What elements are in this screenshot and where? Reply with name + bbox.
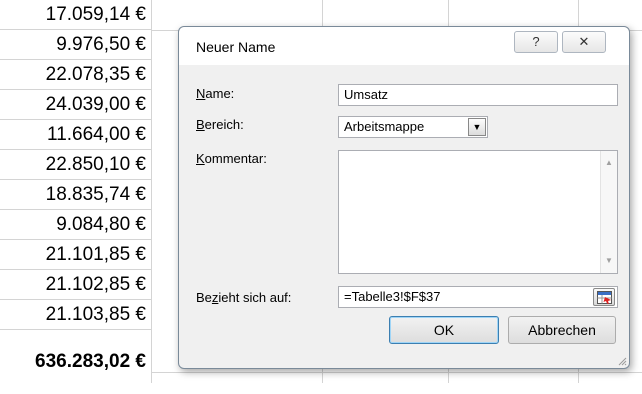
ok-button[interactable]: OK xyxy=(389,316,499,344)
cell-value[interactable]: 9.084,80 € xyxy=(0,210,152,240)
cell-value[interactable]: 24.039,00 € xyxy=(0,90,152,120)
help-icon: ? xyxy=(532,34,540,49)
scope-select[interactable]: Arbeitsmappe ▼ xyxy=(338,116,488,138)
refers-to-input[interactable]: =Tabelle3!$F$37 xyxy=(338,286,618,308)
cell-value[interactable]: 22.850,10 € xyxy=(0,150,152,180)
range-select-button[interactable] xyxy=(593,288,615,306)
comment-textarea[interactable]: ▲ ▼ xyxy=(338,150,618,274)
cell-value[interactable]: 11.664,00 € xyxy=(0,120,152,150)
name-input[interactable]: Umsatz xyxy=(338,84,618,106)
grid-line xyxy=(152,372,642,373)
cell-value[interactable]: 21.103,85 € xyxy=(0,300,152,330)
refers-to-label: Bezieht sich auf: xyxy=(196,290,292,305)
cell-value[interactable]: 9.976,50 € xyxy=(0,30,152,60)
cell-value[interactable]: 22.078,35 € xyxy=(0,60,152,90)
resize-grip-icon[interactable] xyxy=(617,356,627,366)
name-label: Name: xyxy=(196,86,235,101)
cell-value[interactable]: 18.835,74 € xyxy=(0,180,152,210)
cell-value[interactable]: 21.101,85 € xyxy=(0,240,152,270)
chevron-down-icon[interactable]: ▼ xyxy=(468,118,486,136)
cell-total[interactable]: 636.283,02 € xyxy=(0,330,152,383)
new-name-dialog: Neuer Name ? ✕ Name: Umsatz Bereich: Arb… xyxy=(178,26,630,369)
scroll-up-icon[interactable]: ▲ xyxy=(601,155,617,171)
close-button[interactable]: ✕ xyxy=(562,31,606,53)
column-values: 17.059,14 € 9.976,50 € 22.078,35 € 24.03… xyxy=(0,0,152,383)
cancel-button[interactable]: Abbrechen xyxy=(508,316,616,344)
cell-value[interactable]: 21.102,85 € xyxy=(0,270,152,300)
comment-label: Kommentar: xyxy=(196,151,267,166)
dialog-titlebar[interactable]: Neuer Name ? ✕ xyxy=(179,27,629,65)
scope-label: Bereich: xyxy=(196,117,244,132)
range-select-icon xyxy=(597,291,612,304)
dialog-body: Name: Umsatz Bereich: Arbeitsmappe ▼ Kom… xyxy=(186,66,622,362)
close-icon: ✕ xyxy=(578,34,590,49)
refers-to-value: =Tabelle3!$F$37 xyxy=(344,289,441,304)
scope-select-value: Arbeitsmappe xyxy=(344,119,425,134)
scroll-down-icon[interactable]: ▼ xyxy=(601,253,617,269)
help-button[interactable]: ? xyxy=(514,31,558,53)
cell-value[interactable]: 17.059,14 € xyxy=(0,0,152,30)
dialog-title: Neuer Name xyxy=(196,39,276,55)
comment-scrollbar[interactable]: ▲ ▼ xyxy=(600,151,617,273)
